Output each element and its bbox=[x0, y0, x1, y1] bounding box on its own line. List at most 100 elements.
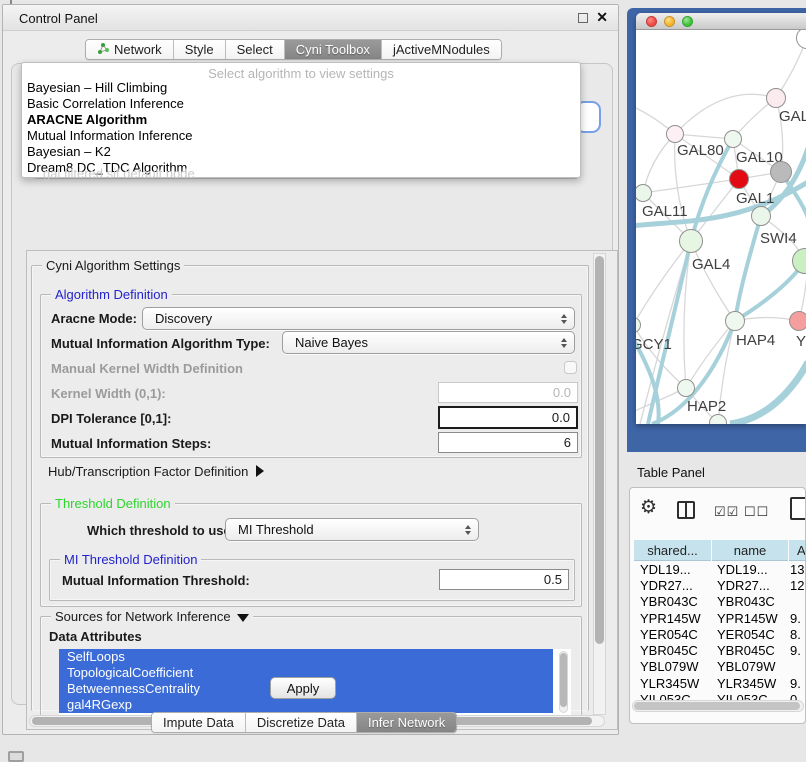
node-label: GAL4 bbox=[692, 256, 730, 273]
table-row[interactable]: YPR145WYPR145W9. bbox=[634, 610, 806, 626]
minimize-traffic-light-icon[interactable] bbox=[664, 16, 675, 27]
panel-grip-icon[interactable] bbox=[8, 751, 24, 762]
scrollbar-thumb[interactable] bbox=[634, 702, 800, 710]
gear-icon[interactable]: ⚙ bbox=[640, 496, 657, 519]
cyni-algorithm-settings-group: Cyni Algorithm Settings Algorithm Defini… bbox=[31, 265, 589, 711]
network-edge[interactable] bbox=[643, 179, 739, 193]
column-header-name[interactable]: name bbox=[712, 540, 788, 561]
algorithm-option[interactable]: Basic Correlation Inference bbox=[22, 96, 580, 112]
network-node-gal[interactable] bbox=[766, 88, 786, 108]
mi-type-value: Naive Bayes bbox=[295, 335, 368, 350]
network-node-hap2[interactable] bbox=[677, 379, 695, 397]
network-view-frame: GALGAL80GAL10GAL1GAL11SWI4GAL4HAP4YGCY1H… bbox=[627, 8, 806, 452]
table-cell: YLR345W bbox=[634, 676, 711, 691]
network-edge[interactable] bbox=[643, 134, 675, 193]
network-node-gal10[interactable] bbox=[724, 130, 742, 148]
table-cell: YDL19... bbox=[634, 562, 711, 577]
network-node[interactable] bbox=[770, 161, 792, 183]
algorithm-option[interactable]: Bayesian – K2 bbox=[22, 144, 580, 160]
spinner-arrows-icon bbox=[561, 338, 567, 348]
table-horizontal-scrollbar[interactable] bbox=[632, 700, 804, 712]
zoom-traffic-light-icon[interactable] bbox=[682, 16, 693, 27]
network-edge[interactable] bbox=[730, 362, 806, 424]
table-cell: 13 bbox=[787, 562, 806, 577]
network-node-y[interactable] bbox=[789, 311, 806, 331]
tab-impute-data[interactable]: Impute Data bbox=[152, 713, 246, 732]
collapsed-arrow-icon bbox=[256, 465, 264, 477]
network-edge[interactable] bbox=[691, 241, 735, 321]
table-row[interactable]: YBR043CYBR043C bbox=[634, 594, 806, 610]
deselect-all-icon[interactable]: ☐☐ bbox=[744, 504, 769, 520]
mi-type-select[interactable]: Naive Bayes bbox=[282, 331, 575, 354]
table-row[interactable]: YBL079WYBL079W bbox=[634, 659, 806, 675]
aracne-mode-label: Aracne Mode: bbox=[51, 311, 137, 326]
kernel-width-field[interactable]: 0.0 bbox=[438, 382, 578, 403]
tab-jactivemnodules[interactable]: jActiveMNodules bbox=[382, 40, 501, 59]
algorithm-option[interactable]: Bayesian – Hill Climbing bbox=[22, 80, 580, 96]
dpi-tolerance-field[interactable]: 0.0 bbox=[438, 406, 578, 429]
scrollbar-thumb[interactable] bbox=[595, 256, 604, 644]
node-label: GCY1 bbox=[636, 336, 672, 353]
columns-icon[interactable] bbox=[677, 501, 695, 519]
network-node-gal80[interactable] bbox=[666, 125, 684, 143]
which-threshold-value: MI Threshold bbox=[238, 522, 314, 537]
hub-definition-toggle[interactable]: Hub/Transcription Factor Definition bbox=[48, 464, 264, 479]
table-row[interactable]: YDR27...YDR27...12 bbox=[634, 577, 806, 593]
table-panel: ⚙ ☑☑ ☐☐ shared...nameAYDL19...YDL19...13… bbox=[629, 487, 806, 724]
sources-toggle[interactable]: Sources for Network Inference bbox=[51, 609, 253, 624]
table-cell: 9. bbox=[787, 643, 806, 658]
node-label: GAL1 bbox=[736, 190, 774, 207]
network-node-swi4[interactable] bbox=[751, 206, 771, 226]
algorithm-option[interactable]: ARACNE Algorithm bbox=[22, 112, 580, 128]
tab-cyni-toolbox[interactable]: Cyni Toolbox bbox=[285, 40, 382, 59]
network-canvas[interactable]: GALGAL80GAL10GAL1GAL11SWI4GAL4HAP4YGCY1H… bbox=[636, 30, 806, 424]
close-icon[interactable]: ✕ bbox=[596, 9, 608, 26]
mi-threshold-field[interactable]: 0.5 bbox=[439, 569, 569, 590]
table-row[interactable]: YLR345WYLR345W9. bbox=[634, 675, 806, 691]
apply-button[interactable]: Apply bbox=[270, 677, 336, 699]
close-traffic-light-icon[interactable] bbox=[646, 16, 657, 27]
column-header-a[interactable]: A bbox=[789, 540, 806, 561]
network-window-titlebar[interactable] bbox=[636, 13, 806, 30]
table-cell: YPR145W bbox=[711, 611, 787, 626]
tab-style[interactable]: Style bbox=[174, 40, 226, 59]
which-threshold-select[interactable]: MI Threshold bbox=[225, 518, 479, 541]
group-title: MI Threshold Definition bbox=[60, 552, 201, 567]
aracne-mode-select[interactable]: Discovery bbox=[142, 307, 575, 330]
network-node-gal1[interactable] bbox=[729, 169, 749, 189]
table-row[interactable]: YDL19...YDL19...13 bbox=[634, 561, 806, 577]
table-cell: 9. bbox=[787, 676, 806, 691]
network-node-hap4[interactable] bbox=[725, 311, 745, 331]
tab-label: Style bbox=[185, 42, 214, 57]
mi-steps-value: 6 bbox=[564, 435, 571, 450]
table-toolbar: ⚙ ☑☑ ☐☐ bbox=[630, 488, 805, 536]
attribute-list-item[interactable]: gal4RGexp bbox=[59, 697, 553, 713]
table-row[interactable]: YBR045CYBR045C9. bbox=[634, 642, 806, 658]
mi-steps-field[interactable]: 6 bbox=[438, 432, 578, 453]
manual-kernel-checkbox[interactable] bbox=[564, 361, 577, 374]
table-row[interactable]: YER054CYER054C8. bbox=[634, 626, 806, 642]
float-panel-icon[interactable] bbox=[578, 13, 588, 23]
attribute-list-item[interactable]: SelfLoops bbox=[59, 649, 553, 665]
table-cell: YBR043C bbox=[634, 594, 711, 609]
table-cell: YDL19... bbox=[711, 562, 787, 577]
dropdown-placeholder: Select algorithm to view settings bbox=[22, 63, 580, 80]
tab-select[interactable]: Select bbox=[226, 40, 285, 59]
tab-network[interactable]: Network bbox=[86, 40, 174, 59]
network-window[interactable]: GALGAL80GAL10GAL1GAL11SWI4GAL4HAP4YGCY1H… bbox=[636, 13, 806, 424]
settings-vertical-scrollbar[interactable] bbox=[593, 253, 606, 715]
network-edge[interactable] bbox=[675, 94, 776, 134]
node-label: GAL bbox=[779, 108, 806, 125]
table-cell: YER054C bbox=[711, 627, 787, 642]
tab-infer-network[interactable]: Infer Network bbox=[357, 713, 456, 732]
scrollbar-thumb[interactable] bbox=[560, 653, 567, 707]
table-cell: 8. bbox=[787, 627, 806, 642]
select-all-icon[interactable]: ☑☑ bbox=[714, 504, 739, 520]
network-node-gal4[interactable] bbox=[679, 229, 703, 253]
algorithm-option[interactable]: Mutual Information Inference bbox=[22, 128, 580, 144]
list-vertical-scrollbar[interactable] bbox=[559, 651, 568, 713]
tab-discretize-data[interactable]: Discretize Data bbox=[246, 713, 357, 732]
column-header-shared[interactable]: shared... bbox=[634, 540, 711, 561]
tab-label: Select bbox=[237, 42, 273, 57]
new-table-icon[interactable] bbox=[790, 497, 806, 520]
